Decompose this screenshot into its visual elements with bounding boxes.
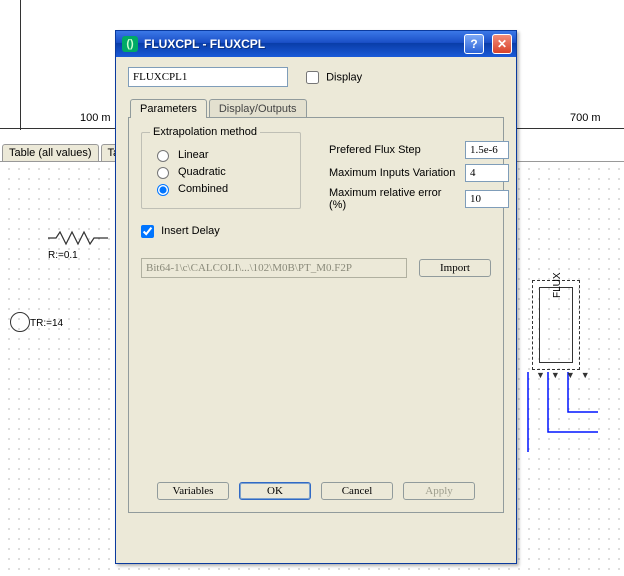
help-button[interactable]: ? bbox=[464, 34, 484, 54]
prefered-flux-step-input[interactable] bbox=[465, 141, 509, 159]
source-circle bbox=[10, 312, 30, 332]
flux-block-label: FLUX bbox=[552, 272, 563, 298]
resistor-label: R:=0.1 bbox=[48, 250, 78, 261]
prefered-flux-step-label: Prefered Flux Step bbox=[329, 144, 457, 156]
max-inputs-variation-label: Maximum Inputs Variation bbox=[329, 167, 457, 179]
cancel-button[interactable]: Cancel bbox=[321, 482, 393, 500]
radio-linear-label: Linear bbox=[178, 149, 209, 161]
display-checkbox[interactable] bbox=[306, 71, 319, 84]
insert-delay-checkbox[interactable] bbox=[141, 225, 154, 238]
source-label: TR:=14 bbox=[30, 318, 63, 329]
insert-delay-wrapper[interactable]: Insert Delay bbox=[141, 225, 220, 237]
app-icon: () bbox=[122, 36, 138, 52]
max-rel-error-input[interactable] bbox=[465, 190, 509, 208]
resistor-symbol bbox=[48, 230, 108, 246]
close-button[interactable]: ✕ bbox=[492, 34, 512, 54]
flux-block-arrows: ▼▼▼▼ bbox=[536, 370, 596, 380]
radio-linear[interactable] bbox=[157, 150, 169, 162]
insert-delay-label: Insert Delay bbox=[161, 225, 220, 237]
background-tab-all-values[interactable]: Table (all values) bbox=[2, 144, 99, 161]
radio-combined-label: Combined bbox=[178, 183, 228, 195]
display-checkbox-wrapper[interactable]: Display bbox=[306, 71, 362, 84]
ok-button[interactable]: OK bbox=[239, 482, 311, 500]
dialog-title-bar[interactable]: () FLUXCPL - FLUXCPL ? ✕ bbox=[116, 31, 516, 57]
blue-wire bbox=[518, 372, 618, 512]
component-name-input[interactable] bbox=[128, 67, 288, 87]
tab-parameters[interactable]: Parameters bbox=[130, 99, 207, 118]
extrapolation-legend: Extrapolation method bbox=[150, 126, 260, 138]
fluxcpl-dialog: () FLUXCPL - FLUXCPL ? ✕ Display Paramet… bbox=[115, 30, 517, 564]
radio-combined[interactable] bbox=[157, 184, 169, 196]
axis-label-right: 700 m bbox=[570, 112, 601, 124]
axis-label-left: 100 m bbox=[80, 112, 111, 124]
radio-quadratic-label: Quadratic bbox=[178, 166, 226, 178]
extrapolation-groupbox: Extrapolation method Linear Quadratic Co… bbox=[141, 132, 301, 209]
tab-panel-parameters: Extrapolation method Linear Quadratic Co… bbox=[128, 117, 504, 513]
display-checkbox-label: Display bbox=[326, 71, 362, 83]
dialog-title: FLUXCPL - FLUXCPL bbox=[144, 37, 456, 51]
import-button[interactable]: Import bbox=[419, 259, 491, 277]
max-rel-error-label: Maximum relative error (%) bbox=[329, 187, 457, 211]
max-inputs-variation-input[interactable] bbox=[465, 164, 509, 182]
tab-display-outputs[interactable]: Display/Outputs bbox=[209, 99, 307, 118]
radio-quadratic[interactable] bbox=[157, 167, 169, 179]
path-input bbox=[141, 258, 407, 278]
variables-button[interactable]: Variables bbox=[157, 482, 229, 500]
apply-button: Apply bbox=[403, 482, 475, 500]
axis-vertical bbox=[20, 0, 21, 130]
